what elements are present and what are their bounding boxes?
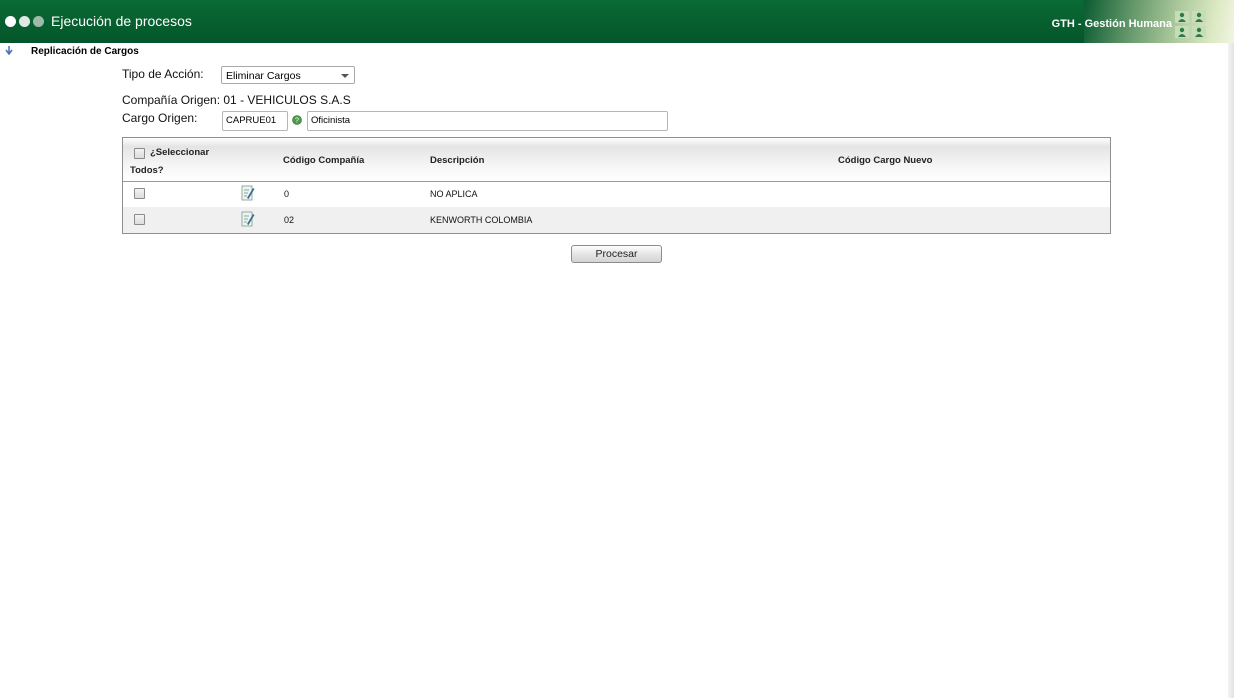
- col-descripcion[interactable]: Descripción: [430, 155, 484, 166]
- app-title: Ejecución de procesos: [51, 13, 192, 29]
- cargo-name-field[interactable]: Oficinista: [307, 111, 668, 131]
- people-icon: [1175, 11, 1189, 23]
- cell-codigo: 02: [284, 215, 295, 225]
- brand-people-grid: [1175, 11, 1206, 38]
- people-icon: [1192, 11, 1206, 23]
- edit-note-icon[interactable]: [241, 185, 255, 201]
- app-header: Ejecución de procesos GTH - Gestión Huma…: [0, 0, 1234, 43]
- dot-icon: [19, 16, 30, 27]
- tipo-accion-label: Tipo de Acción:: [122, 67, 204, 81]
- brand-label: GTH - Gestión Humana: [1051, 18, 1172, 30]
- col-codigo-compania[interactable]: Código Compañía: [283, 155, 364, 166]
- cell-descripcion: KENWORTH COLOMBIA: [430, 215, 533, 225]
- compania-origen-label: Compañía Origen: 01 - VEHICULOS S.A.S: [122, 93, 351, 107]
- collapse-arrow-icon[interactable]: [4, 45, 14, 56]
- row-checkbox[interactable]: [134, 188, 145, 199]
- cell-descripcion: NO APLICA: [430, 189, 478, 199]
- cargos-table: ¿Seleccionar Todos? Código Compañía Desc…: [122, 137, 1111, 234]
- table-header: ¿Seleccionar Todos? Código Compañía Desc…: [123, 138, 1110, 182]
- dot-icon: [33, 16, 44, 27]
- table-row: 0 NO APLICA: [123, 181, 1110, 207]
- select-all-label: ¿Seleccionar: [150, 147, 210, 158]
- select-all-checkbox[interactable]: [134, 148, 145, 159]
- col-codigo-cargo-nuevo[interactable]: Código Cargo Nuevo: [838, 155, 932, 166]
- scrollbar[interactable]: [1228, 43, 1234, 698]
- window-dots: [5, 16, 44, 27]
- chevron-down-icon: [341, 74, 349, 78]
- procesar-button[interactable]: Procesar: [571, 245, 662, 263]
- select-all-label-2: Todos?: [130, 165, 164, 176]
- dot-icon: [5, 16, 16, 27]
- edit-note-icon[interactable]: [241, 211, 255, 227]
- table-row: 02 KENWORTH COLOMBIA: [123, 207, 1110, 233]
- section-title: Replicación de Cargos: [31, 46, 139, 57]
- people-icon: [1175, 26, 1189, 38]
- cargo-origen-label: Cargo Origen:: [122, 111, 198, 125]
- cargo-code-field[interactable]: CAPRUE01: [222, 111, 288, 131]
- help-icon[interactable]: ?: [292, 115, 302, 125]
- cell-codigo: 0: [284, 189, 290, 199]
- svg-text:?: ?: [295, 118, 299, 125]
- people-icon: [1192, 26, 1206, 38]
- tipo-accion-value: Eliminar Cargos: [226, 70, 301, 82]
- row-checkbox[interactable]: [134, 214, 145, 225]
- tipo-accion-select[interactable]: Eliminar Cargos: [221, 66, 355, 84]
